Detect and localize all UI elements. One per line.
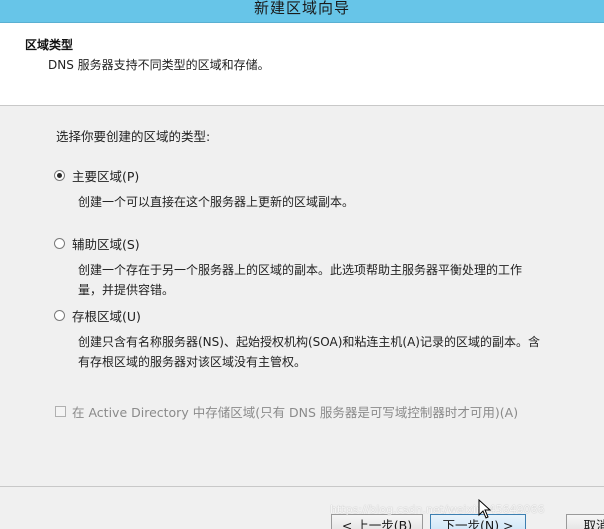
ad-store-option: 在 Active Directory 中存储区域(只有 DNS 服务器是可写域控… <box>55 402 518 421</box>
ad-store-label: 在 Active Directory 中存储区域(只有 DNS 服务器是可写域控… <box>72 405 519 420</box>
window-title: 新建区域向导 <box>253 0 350 17</box>
zone-type-prompt: 选择你要创建的区域的类型: <box>56 129 211 144</box>
wizard-header: 区域类型 DNS 服务器支持不同类型的区域和存储。 <box>0 23 604 106</box>
description-line: 量，并提供容错。 <box>78 283 175 297</box>
primary-zone-description: 创建一个可以直接在这个服务器上更新的区域副本。 <box>78 192 598 212</box>
secondary-zone-option[interactable]: 辅助区域(S) <box>54 234 140 253</box>
description-line: 创建一个可以直接在这个服务器上更新的区域副本。 <box>78 195 355 209</box>
stub-zone-label[interactable]: 存根区域(U) <box>72 306 141 325</box>
stub-zone-option[interactable]: 存根区域(U) <box>54 306 141 325</box>
stub-zone-description: 创建只含有名称服务器(NS)、起始授权机构(SOA)和粘连主机(A)记录的区域的… <box>78 332 598 372</box>
stub-zone-radio[interactable] <box>54 310 65 321</box>
cancel-button[interactable]: 取消 <box>566 514 604 529</box>
back-button[interactable]: < 上一步(B) <box>331 514 423 529</box>
secondary-zone-radio[interactable] <box>54 238 65 249</box>
primary-zone-option[interactable]: 主要区域(P) <box>54 166 139 185</box>
page-description: DNS 服务器支持不同类型的区域和存储。 <box>48 58 270 72</box>
secondary-zone-description: 创建一个存在于另一个服务器上的区域的副本。此选项帮助主服务器平衡处理的工作 量，… <box>78 260 598 300</box>
description-line: 创建一个存在于另一个服务器上的区域的副本。此选项帮助主服务器平衡处理的工作 <box>78 263 523 277</box>
wizard-window: 新建区域向导 区域类型 DNS 服务器支持不同类型的区域和存储。 选择你要创建的… <box>0 0 604 529</box>
description-line: 创建只含有名称服务器(NS)、起始授权机构(SOA)和粘连主机(A)记录的区域的… <box>78 335 540 349</box>
primary-zone-radio[interactable] <box>54 170 65 181</box>
wizard-content: 选择你要创建的区域的类型: 主要区域(P) 创建一个可以直接在这个服务器上更新的… <box>0 106 604 486</box>
mouse-cursor-icon <box>478 499 492 519</box>
description-line: 有存根区域的服务器对该区域没有主管权。 <box>78 355 307 369</box>
watermark: https://blog.csdn.net/weixin_45649066 <box>330 503 545 516</box>
page-title: 区域类型 <box>25 38 74 52</box>
ad-store-checkbox <box>55 406 66 417</box>
primary-zone-label[interactable]: 主要区域(P) <box>72 166 139 185</box>
secondary-zone-label[interactable]: 辅助区域(S) <box>72 234 140 253</box>
title-bar[interactable]: 新建区域向导 <box>0 0 604 23</box>
